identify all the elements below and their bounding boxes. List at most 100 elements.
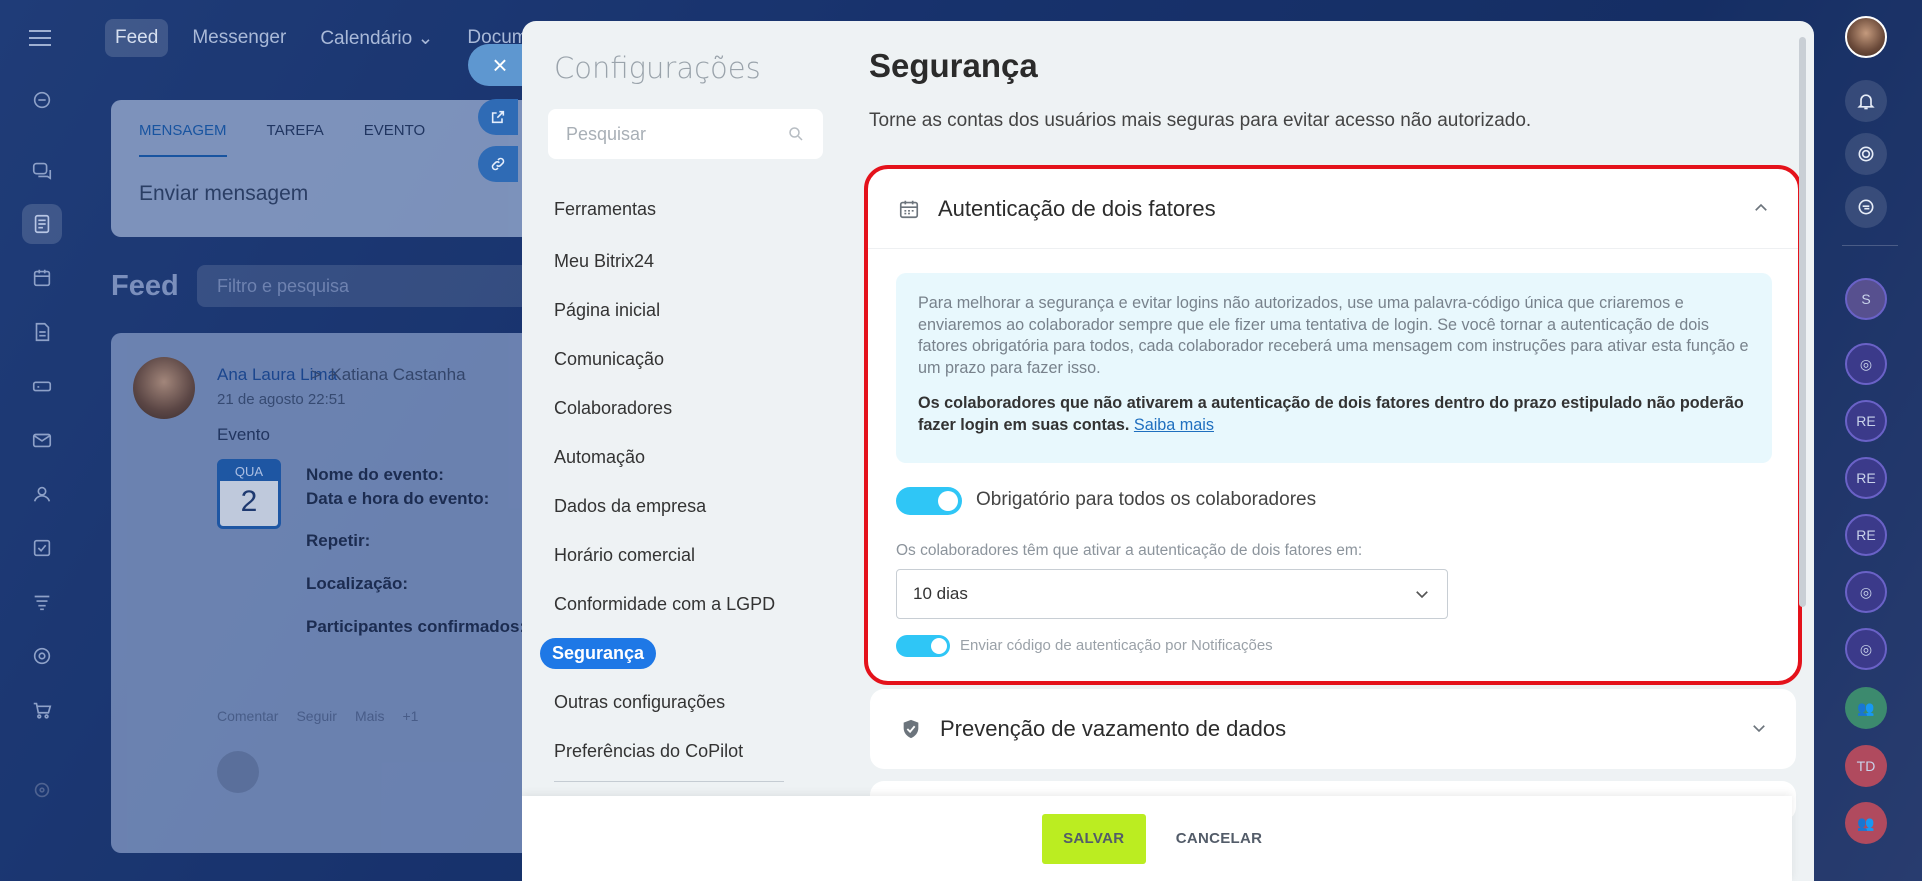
nav-feed-icon[interactable] <box>22 204 62 244</box>
menu-item-copilot-preferences[interactable]: Preferências do CoPilot <box>544 733 844 782</box>
calendar-icon: QUA 2 <box>217 459 281 529</box>
close-icon: × <box>492 49 508 80</box>
topnav-feed[interactable]: Feed <box>105 19 169 57</box>
deadline-select[interactable]: 10 dias <box>896 569 1448 619</box>
external-link-icon <box>491 110 505 124</box>
cancel-button[interactable]: CANCELAR <box>1166 814 1273 864</box>
feed-post: Ana Laura Lima > Katiana Castanha 21 de … <box>111 333 541 853</box>
menu-item-tools[interactable]: Ferramentas <box>544 191 844 243</box>
nav-tasks-icon[interactable] <box>22 528 62 568</box>
menu-item-home-page[interactable]: Página inicial <box>544 292 844 341</box>
menu-divider <box>554 781 784 782</box>
notifications-bell-icon[interactable] <box>1845 80 1887 122</box>
avatar[interactable] <box>133 357 195 419</box>
post-date: 21 de agosto 22:51 <box>217 391 346 408</box>
composer-tab-event[interactable]: EVENTO <box>364 122 425 157</box>
menu-item-other-settings[interactable]: Outras configurações <box>544 684 844 733</box>
composer-tab-task[interactable]: TAREFA <box>267 122 324 157</box>
chat-avatar[interactable]: S <box>1845 278 1887 320</box>
post-action-comment[interactable]: Comentar <box>217 708 278 724</box>
chat-avatar[interactable]: ◎ <box>1845 343 1887 385</box>
chevron-down-icon <box>1416 591 1428 599</box>
copy-link-button[interactable] <box>478 146 518 182</box>
menu-item-security[interactable]: Segurança <box>540 635 844 684</box>
topnav-messenger[interactable]: Messenger <box>182 19 296 57</box>
calendar-day-number: 2 <box>240 485 258 518</box>
post-composer: MENSAGEM TAREFA EVENTO Enviar mensagem <box>111 100 541 237</box>
nav-messenger-icon[interactable] <box>22 150 62 190</box>
feed-title: Feed <box>111 270 179 302</box>
post-action-like[interactable]: +1 <box>403 708 419 724</box>
menu-item-employees[interactable]: Colaboradores <box>544 390 844 439</box>
post-recipient: > Katiana Castanha <box>311 365 466 384</box>
settings-search-input[interactable] <box>566 123 766 145</box>
nav-marketing-icon[interactable] <box>22 636 62 676</box>
chat-avatar[interactable]: RE <box>1845 514 1887 556</box>
two-factor-card-header[interactable]: Autenticação de dois fatores <box>868 169 1798 249</box>
event-field-repeat: Repetir: <box>306 531 371 550</box>
search-chats-icon[interactable] <box>1845 186 1887 228</box>
mandatory-toggle-label: Obrigatório para todos os colaboradores <box>976 489 1317 510</box>
nav-mail-icon[interactable] <box>22 420 62 460</box>
group-chat-icon[interactable]: 👥 <box>1845 802 1887 844</box>
nav-shop-icon[interactable] <box>22 690 62 730</box>
deadline-label: Os colaboradores têm que ativar a autent… <box>896 542 1363 559</box>
chat-avatar[interactable]: ◎ <box>1845 571 1887 613</box>
post-recipient-name[interactable]: Katiana Castanha <box>330 365 465 384</box>
nav-documents-icon[interactable] <box>22 312 62 352</box>
chat-avatar[interactable]: RE <box>1845 400 1887 442</box>
chevron-up-icon[interactable] <box>1752 199 1770 217</box>
menu-icon[interactable] <box>29 30 51 46</box>
page-subtitle: Torne as contas dos usuários mais segura… <box>869 110 1532 131</box>
scrollbar[interactable] <box>1799 37 1806 607</box>
left-navigation <box>0 0 84 881</box>
settings-search[interactable] <box>548 109 823 159</box>
nav-crm-icon[interactable] <box>22 582 62 622</box>
nav-settings-icon[interactable] <box>22 770 62 810</box>
right-panel-divider <box>1842 245 1898 246</box>
post-action-more[interactable]: Mais <box>355 708 385 724</box>
link-icon <box>491 157 505 171</box>
event-field-name: Nome do evento: <box>306 465 444 484</box>
data-leak-title: Prevenção de vazamento de dados <box>940 716 1287 741</box>
user-avatar[interactable] <box>1845 16 1887 58</box>
menu-item-lgpd[interactable]: Conformidade com a LGPD <box>544 586 844 635</box>
search-icon[interactable] <box>787 125 805 143</box>
shield-icon <box>900 718 922 740</box>
deadline-select-value: 10 dias <box>913 584 968 603</box>
composer-placeholder[interactable]: Enviar mensagem <box>111 157 541 231</box>
open-new-window-button[interactable] <box>478 99 518 135</box>
two-factor-warning: Os colaboradores que não ativarem a aute… <box>918 393 1750 436</box>
nav-sales-icon[interactable] <box>22 80 62 120</box>
data-leak-card-header[interactable]: Prevenção de vazamento de dados <box>870 689 1796 769</box>
menu-item-security-label: Segurança <box>540 638 657 669</box>
save-button[interactable]: SALVAR <box>1041 813 1146 864</box>
menu-item-my-bitrix24[interactable]: Meu Bitrix24 <box>544 243 844 292</box>
feed-search-input[interactable]: Filtro e pesquisa <box>197 265 537 307</box>
post-action-follow[interactable]: Seguir <box>296 708 336 724</box>
nav-drive-icon[interactable] <box>22 366 62 406</box>
menu-item-company-data[interactable]: Dados da empresa <box>544 488 844 537</box>
menu-item-automation[interactable]: Automação <box>544 439 844 488</box>
chat-avatar-initials: S <box>1861 291 1871 307</box>
chat-avatar[interactable]: TD <box>1845 745 1887 787</box>
group-chat-icon[interactable]: 👥 <box>1845 687 1887 729</box>
event-field-location: Localização: <box>306 574 409 593</box>
chevron-down-icon[interactable] <box>1750 719 1768 737</box>
learn-more-link[interactable]: Saiba mais <box>1134 416 1214 434</box>
notify-toggle[interactable] <box>896 635 950 657</box>
composer-tab-message[interactable]: MENSAGEM <box>139 122 227 157</box>
event-field-participants: Participantes confirmados: <box>306 617 526 636</box>
menu-item-communication[interactable]: Comunicação <box>544 341 844 390</box>
nav-contacts-icon[interactable] <box>22 474 62 514</box>
copilot-icon[interactable] <box>1845 133 1887 175</box>
chat-avatar[interactable]: ◎ <box>1845 628 1887 670</box>
menu-item-business-hours[interactable]: Horário comercial <box>544 537 844 586</box>
nav-calendar-icon[interactable] <box>22 258 62 298</box>
mandatory-toggle[interactable] <box>896 487 962 515</box>
chat-avatar-initials: TD <box>1856 758 1876 774</box>
post-actions: Comentar Seguir Mais +1 <box>217 708 418 724</box>
topnav-calendar[interactable]: Calendário ⌄ <box>310 19 443 58</box>
chat-avatar[interactable]: RE <box>1845 457 1887 499</box>
two-factor-title: Autenticação de dois fatores <box>938 195 1216 221</box>
